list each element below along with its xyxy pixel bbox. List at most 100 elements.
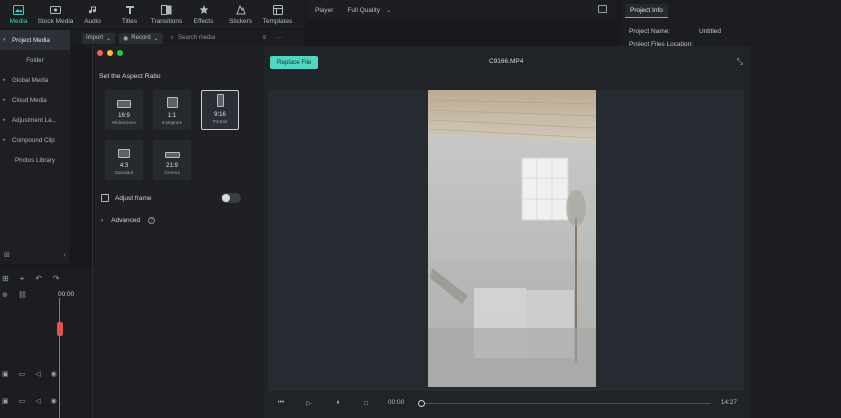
- playhead-handle[interactable]: [57, 322, 63, 336]
- clip-name: C9166.MP4: [489, 58, 524, 65]
- record-button[interactable]: ◉ Record ⌄: [119, 32, 163, 44]
- screenshot-icon[interactable]: [598, 5, 607, 13]
- track-controls: ⊕ ⛓: [2, 291, 27, 299]
- folder-icon[interactable]: ▭: [19, 397, 26, 405]
- aspect-settings-panel: Set the Aspect Ratio 16:9 Widescreen 1:1…: [93, 46, 263, 418]
- stickers-icon: [235, 4, 247, 15]
- tab-titles[interactable]: Titles: [111, 4, 148, 25]
- timeline-tools: ⊞ ⌖ ↶ ↷: [0, 274, 60, 284]
- search-input[interactable]: ⌕ Search media: [171, 35, 255, 42]
- sidebar-item-label: Cloud Media: [12, 96, 47, 104]
- video-viewer[interactable]: [268, 90, 744, 391]
- current-time: 00:00: [388, 399, 405, 406]
- aspect-ratio-title: Set the Aspect Ratio: [99, 73, 161, 80]
- caret-down-icon: ▾: [3, 37, 6, 43]
- ratio-value: 16:9: [118, 113, 130, 119]
- ratio-name: Cinema: [164, 170, 180, 175]
- media-icon: [13, 4, 25, 15]
- ratio-option-portrait[interactable]: 9:16 Portrait: [201, 90, 239, 130]
- collapse-icon[interactable]: ‹: [64, 252, 66, 259]
- caret-right-icon: ▸: [3, 137, 6, 143]
- lock-icon[interactable]: ▣: [2, 370, 9, 378]
- project-name-value: Untitled: [699, 28, 722, 35]
- tab-project-info[interactable]: Project Info: [625, 4, 668, 18]
- playhead[interactable]: [59, 298, 60, 418]
- adjust-frame-toggle[interactable]: [221, 193, 241, 203]
- cinema-icon: [164, 152, 180, 158]
- tab-stickers[interactable]: Stickers: [222, 4, 259, 25]
- tab-templates[interactable]: Templates: [259, 4, 296, 25]
- playback-controls: ⏮ ▷ ⏸ □ 00:00 14:27: [263, 397, 751, 411]
- quality-value: Full Quality: [347, 6, 380, 14]
- tab-audio-label: Audio: [84, 18, 101, 25]
- import-label: Import: [86, 35, 104, 41]
- adjust-frame-row: Adjust frame: [101, 194, 241, 202]
- undo-icon[interactable]: ↶: [35, 274, 42, 284]
- ratio-option-standard[interactable]: 4:3 Standard: [105, 140, 143, 180]
- search-placeholder: Search media: [178, 35, 216, 41]
- window-controls: [97, 50, 123, 56]
- folder-icon[interactable]: ▭: [19, 370, 26, 378]
- import-button[interactable]: Import ⌄: [82, 32, 116, 44]
- tab-stickers-label: Stickers: [228, 18, 253, 25]
- previous-frame-icon[interactable]: ⏮: [275, 397, 287, 409]
- lock-icon[interactable]: ▣: [2, 397, 9, 405]
- audio-icon[interactable]: ◁: [35, 397, 40, 405]
- help-icon[interactable]: ?: [148, 217, 156, 224]
- magnet-icon[interactable]: ⌖: [20, 274, 25, 284]
- stock-media-icon: [50, 4, 62, 15]
- tab-stock-media-label: Stock Media: [37, 18, 74, 25]
- progress-track[interactable]: [421, 403, 711, 404]
- chevron-down-icon: ⌄: [385, 7, 392, 14]
- tab-titles-label: Titles: [121, 18, 138, 25]
- audio-track-controls: ▣ ▭ ◁ ◉: [2, 397, 57, 405]
- tab-effects[interactable]: Effects: [185, 4, 222, 25]
- progress-handle[interactable]: [418, 400, 425, 407]
- media-toolbar: Media Stock Media Audio Titles Transitio…: [0, 0, 305, 28]
- replace-file-button[interactable]: Replace File: [270, 56, 319, 69]
- pause-icon[interactable]: ⏸: [332, 397, 344, 409]
- ratio-option-cinema[interactable]: 21:9 Cinema: [153, 140, 191, 180]
- record-icon: ◉: [123, 35, 129, 42]
- close-icon[interactable]: ⤡: [737, 57, 743, 67]
- filter-icon[interactable]: ≡: [263, 35, 267, 41]
- audio-icon[interactable]: ◁: [35, 370, 40, 378]
- quality-dropdown[interactable]: Full Quality ⌄: [347, 6, 392, 15]
- tab-media-label: Media: [9, 18, 28, 25]
- sidebar-item-cloud-media[interactable]: ▸ Cloud Media: [0, 90, 70, 110]
- tab-templates-label: Templates: [262, 18, 293, 25]
- ratio-option-widescreen[interactable]: 16:9 Widescreen: [105, 90, 143, 130]
- sidebar-item-folder[interactable]: Folder: [0, 50, 70, 70]
- sidebar-item-photos-library[interactable]: Photos Library: [0, 150, 70, 170]
- project-name-row: Project Name: Untitled: [629, 28, 721, 35]
- add-track-icon[interactable]: ⊕: [2, 291, 8, 299]
- sidebar-item-compound-clip[interactable]: ▸ Compound Clip: [0, 130, 70, 150]
- sidebar-item-adjustment-layer[interactable]: ▸ Adjustment La...: [0, 110, 70, 130]
- eye-icon[interactable]: ◉: [51, 397, 57, 405]
- sidebar-item-global-media[interactable]: ▸ Global Media: [0, 70, 70, 90]
- stop-icon[interactable]: □: [360, 397, 372, 409]
- link-icon[interactable]: ⛓: [18, 291, 27, 299]
- eye-icon[interactable]: ◉: [51, 370, 57, 378]
- tab-stock-media[interactable]: Stock Media: [37, 4, 74, 25]
- sidebar-item-label: Folder: [26, 56, 44, 64]
- tab-effects-label: Effects: [193, 18, 214, 25]
- advanced-section[interactable]: › Advanced ?: [101, 217, 156, 224]
- video-track-controls: ▣ ▭ ◁ ◉: [2, 370, 57, 378]
- sidebar-item-project-media[interactable]: ▾ Project Media: [0, 30, 70, 50]
- tab-media[interactable]: Media: [0, 4, 37, 25]
- tab-transitions[interactable]: Transitions: [148, 4, 185, 25]
- close-window-button[interactable]: [97, 50, 103, 56]
- tab-audio[interactable]: Audio: [74, 4, 111, 25]
- play-icon[interactable]: ▷: [303, 397, 315, 409]
- redo-icon[interactable]: ↷: [53, 274, 60, 284]
- search-icon: ⌕: [170, 34, 175, 41]
- grid-icon[interactable]: ⊞: [2, 274, 9, 284]
- ratio-option-instagram[interactable]: 1:1 Instagram: [153, 90, 191, 130]
- new-folder-icon[interactable]: ⊞: [4, 251, 10, 259]
- minimize-window-button[interactable]: [107, 50, 113, 56]
- maximize-window-button[interactable]: [117, 50, 123, 56]
- more-icon[interactable]: ···: [276, 35, 282, 41]
- media-sidebar: ▾ Project Media Folder ▸ Global Media ▸ …: [0, 30, 70, 264]
- record-label: Record: [131, 35, 151, 41]
